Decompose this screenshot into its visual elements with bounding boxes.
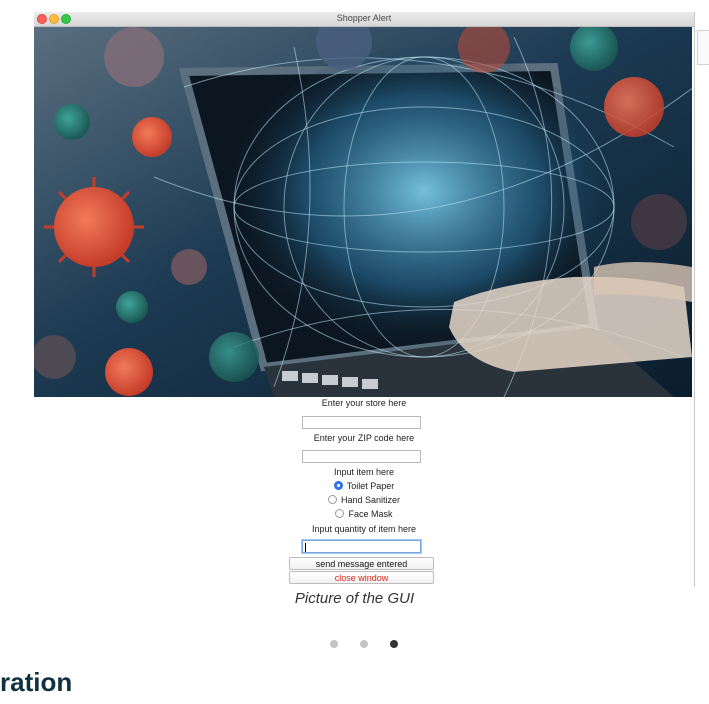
app-window: Shopper Alert Enter your store here Ente… xyxy=(34,12,695,587)
figure-caption: Picture of the GUI xyxy=(294,590,415,607)
radio-label: Face Mask xyxy=(348,509,393,519)
radio-label: Hand Sanitizer xyxy=(340,495,401,505)
store-input[interactable] xyxy=(302,416,421,429)
adjacent-panel-edge xyxy=(697,30,709,65)
text-caret xyxy=(305,543,306,552)
radio-label: Toilet Paper xyxy=(346,481,395,491)
radio-face-mask[interactable]: Face Mask xyxy=(34,509,694,519)
zip-label: Enter your ZIP code here xyxy=(313,433,415,443)
carousel-dot-2[interactable] xyxy=(360,640,368,648)
radio-hand-sanitizer[interactable]: Hand Sanitizer xyxy=(34,495,694,505)
quantity-input[interactable] xyxy=(302,540,421,553)
zip-input[interactable] xyxy=(302,450,421,463)
radio-unselected-icon[interactable] xyxy=(327,495,337,505)
banner-image xyxy=(34,27,692,397)
close-window-button[interactable]: close window xyxy=(289,571,434,584)
window-titlebar[interactable]: Shopper Alert xyxy=(34,12,694,27)
send-message-button[interactable]: send message entered xyxy=(289,557,434,570)
radio-toilet-paper[interactable]: Toilet Paper xyxy=(34,481,694,491)
radio-selected-icon[interactable] xyxy=(333,481,343,491)
item-label: Input item here xyxy=(333,467,395,477)
store-label: Enter your store here xyxy=(321,398,407,408)
banner-illustration xyxy=(34,27,692,397)
carousel-dot-3[interactable] xyxy=(390,640,398,648)
section-heading: ration xyxy=(0,667,73,697)
quantity-label: Input quantity of item here xyxy=(311,524,417,534)
carousel-dot-1[interactable] xyxy=(330,640,338,648)
window-title: Shopper Alert xyxy=(336,13,392,23)
radio-unselected-icon[interactable] xyxy=(335,509,345,519)
